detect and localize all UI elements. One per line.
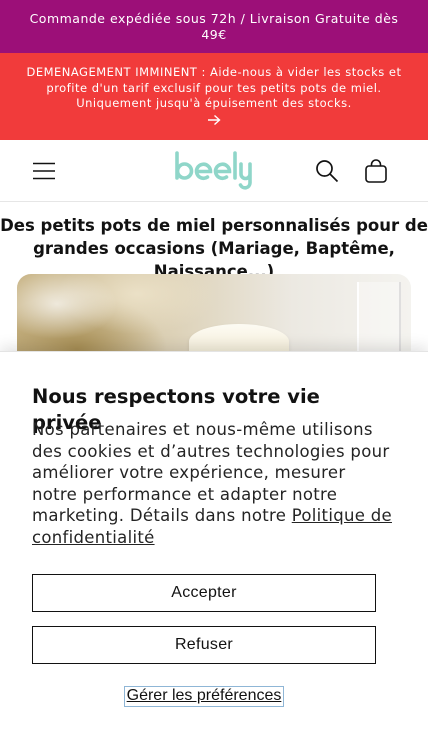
site-header <box>0 140 428 202</box>
refuse-button[interactable]: Refuser <box>32 626 376 664</box>
cart-icon[interactable] <box>362 157 390 185</box>
consent-description: Nos partenaires et nous-même utilisons d… <box>32 419 392 548</box>
beely-logo[interactable] <box>172 151 258 191</box>
arrow-right-icon[interactable] <box>207 114 221 126</box>
promo-announcement-text[interactable]: DEMENAGEMENT IMMINENT : Aide-nous à vide… <box>26 65 401 110</box>
accept-button[interactable]: Accepter <box>32 574 376 612</box>
search-icon[interactable] <box>314 158 340 184</box>
shipping-announcement-text: Commande expédiée sous 72h / Livraison G… <box>29 10 399 42</box>
promo-announcement-bar[interactable]: DEMENAGEMENT IMMINENT : Aide-nous à vide… <box>0 53 428 140</box>
manage-preferences-link[interactable]: Gérer les préférences <box>124 686 284 707</box>
page-title: Des petits pots de miel personnalisés po… <box>0 216 428 281</box>
hamburger-icon[interactable] <box>32 159 56 183</box>
shipping-announcement-bar: Commande expédiée sous 72h / Livraison G… <box>0 0 428 53</box>
cookie-consent-panel: Nous respectons votre vie privée Nos par… <box>0 351 428 746</box>
